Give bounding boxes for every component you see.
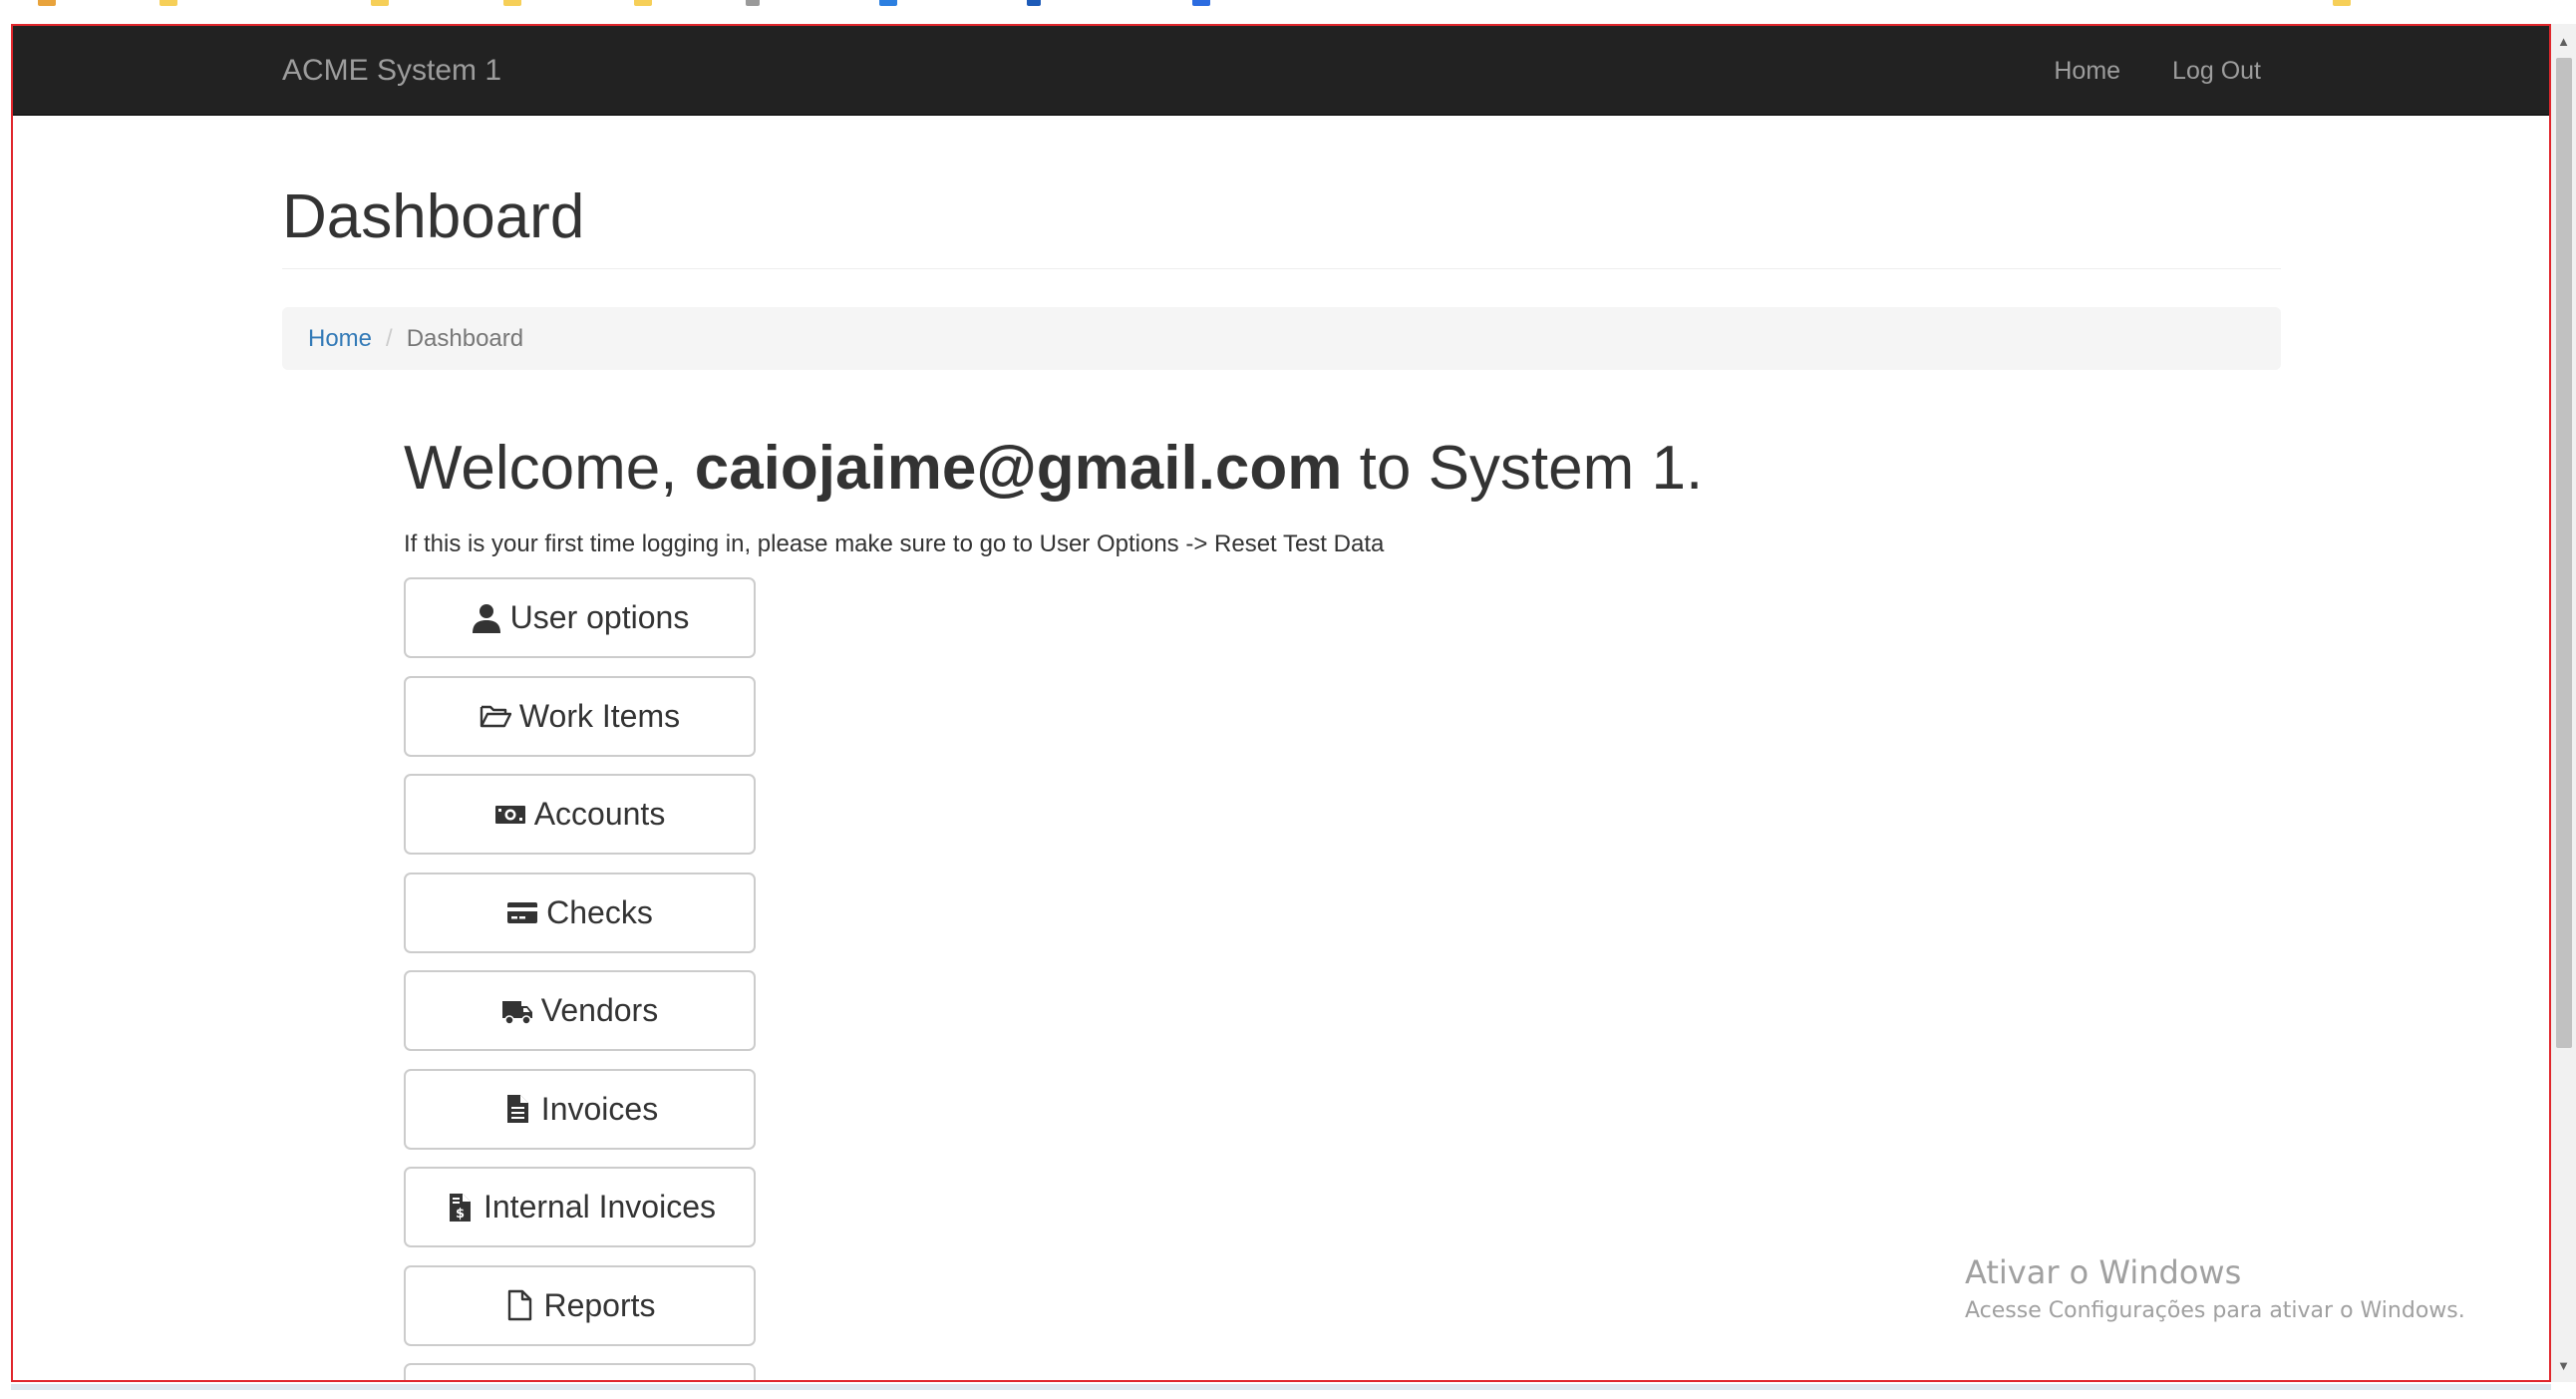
menu-button-label: Checks	[546, 893, 653, 930]
page-title: Dashboard	[282, 182, 585, 251]
bookmark-icon[interactable]	[879, 0, 897, 6]
invoices-button[interactable]: Invoices	[404, 1068, 756, 1150]
bookmarks-bar-remnant	[0, 0, 2576, 24]
bookmark-folder-icon[interactable]	[371, 0, 389, 6]
bookmark-folder-icon[interactable]	[160, 0, 177, 6]
accounts-button[interactable]: Accounts	[404, 774, 756, 855]
credit-card-icon	[506, 896, 538, 928]
welcome-heading: Welcome, caiojaime@gmail.com to System 1…	[404, 433, 1703, 504]
user-icon	[471, 602, 502, 634]
breadcrumb-current: Dashboard	[406, 324, 524, 352]
user-options-button[interactable]: User options	[404, 577, 756, 658]
watermark-subtitle: Acesse Configurações para ativar o Windo…	[1965, 1298, 2465, 1323]
checks-button[interactable]: Checks	[404, 872, 756, 953]
money-icon	[494, 799, 526, 831]
file-invoice-dollar-icon: $	[444, 1192, 476, 1224]
folder-open-icon	[480, 700, 511, 732]
welcome-suffix: to System 1.	[1342, 434, 1704, 503]
work-items-button[interactable]: Work Items	[404, 675, 756, 757]
menu-button-label: Vendors	[540, 992, 659, 1028]
horizontal-scrollbar[interactable]	[11, 1384, 2551, 1390]
file-text-icon	[501, 1093, 533, 1125]
breadcrumb: Home / Dashboard	[282, 307, 2281, 370]
menu-button-label: Invoices	[540, 1090, 659, 1127]
bookmark-icon[interactable]	[1192, 0, 1210, 6]
breadcrumb-separator: /	[386, 324, 393, 352]
watermark-title: Ativar o Windows	[1965, 1253, 2242, 1291]
bookmark-folder-icon[interactable]	[2333, 0, 2351, 6]
svg-text:$: $	[456, 1207, 465, 1222]
vertical-scrollbar[interactable]: ▲ ▼	[2551, 24, 2576, 1382]
menu-button-label: User options	[509, 599, 690, 635]
scroll-down-arrow-icon[interactable]: ▼	[2551, 1352, 2576, 1378]
scrollbar-thumb[interactable]	[2556, 58, 2572, 1048]
page-header: Dashboard	[282, 180, 2281, 270]
bookmark-icon[interactable]	[1027, 0, 1041, 6]
breadcrumb-home-link[interactable]: Home	[308, 325, 372, 353]
top-navbar: ACME System 1 Home Log Out	[13, 26, 2549, 116]
internal-invoices-button[interactable]: $ Internal Invoices	[404, 1167, 756, 1247]
bookmark-icon[interactable]	[38, 0, 56, 6]
menu-button-label: Work Items	[518, 697, 681, 734]
welcome-prefix: Welcome,	[404, 434, 695, 503]
menu-button-label: Internal Invoices	[483, 1189, 716, 1224]
browser-viewport: ACME System 1 Home Log Out Dashboard Hom…	[11, 24, 2551, 1382]
vendors-button[interactable]: Vendors	[404, 970, 756, 1051]
additional-menu-button-cut-off[interactable]	[404, 1363, 756, 1380]
nav-home-link[interactable]: Home	[2028, 26, 2146, 116]
file-icon	[503, 1289, 535, 1321]
menu-button-label: Reports	[543, 1286, 656, 1323]
nav-logout-link[interactable]: Log Out	[2146, 26, 2287, 116]
brand-link[interactable]: ACME System 1	[282, 26, 501, 116]
bookmark-folder-icon[interactable]	[634, 0, 652, 6]
truck-icon	[501, 995, 533, 1027]
bookmark-folder-icon[interactable]	[503, 0, 521, 6]
menu-button-label: Accounts	[533, 796, 666, 832]
welcome-email: caiojaime@gmail.com	[694, 434, 1343, 503]
dashboard-menu: User options Work Items Accounts Checks	[404, 577, 758, 1380]
navbar-links: Home Log Out	[2028, 26, 2287, 116]
first-login-notice: If this is your first time logging in, p…	[404, 530, 1385, 557]
scroll-up-arrow-icon[interactable]: ▲	[2551, 28, 2576, 54]
windows-activation-watermark: Ativar o Windows Acesse Configurações pa…	[1965, 1250, 2465, 1328]
bookmark-icon[interactable]	[746, 0, 760, 6]
reports-button[interactable]: Reports	[404, 1264, 756, 1346]
